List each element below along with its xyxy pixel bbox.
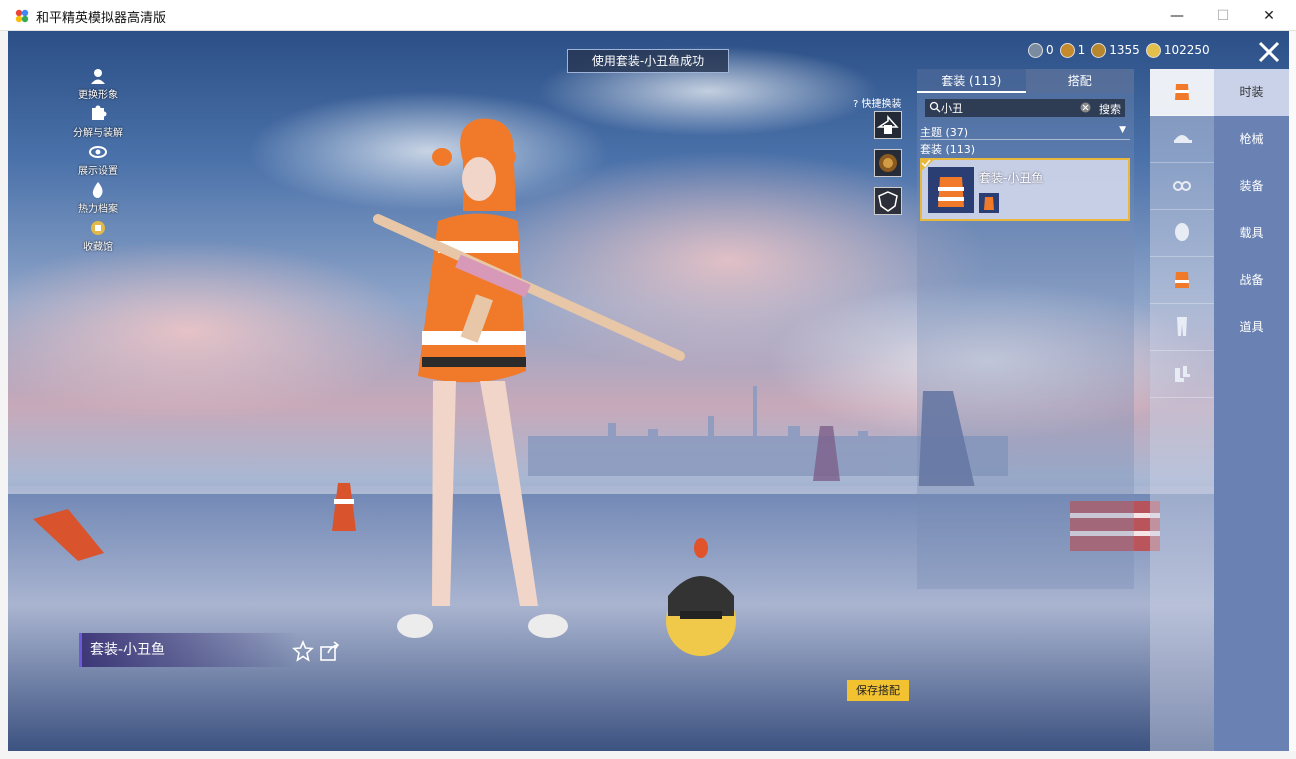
category-outfit[interactable] [1150,69,1214,116]
quick-change-label[interactable]: ? 快捷换装 [853,95,902,110]
category-top[interactable] [1150,257,1214,304]
outfit-name-label: 套装-小丑鱼 [79,633,299,667]
check-icon [920,158,936,172]
menu-display-settings[interactable]: 展示设置 [68,143,128,181]
tab-match[interactable]: 搭配 [1025,69,1134,93]
outfit-thumbnail [928,167,974,213]
currency-item: 1 [1059,42,1086,58]
maximize-button[interactable]: ☐ [1200,0,1246,31]
selected-outfit-card[interactable]: 套装-小丑鱼 [920,158,1130,221]
person-icon [91,69,105,84]
menu-label: 收藏馆 [83,242,113,253]
theme-label: 主题 (37) [920,126,969,139]
gold-coin-icon [1145,42,1161,58]
currency-bar: 0 1 1355 102250 [1028,40,1210,60]
category-pants[interactable] [1150,304,1214,351]
left-menu: 更换形象 分解与装解 展示设置 热力档案 收藏馆 [68,67,128,257]
currency-value: 1 [1077,43,1086,57]
outfit-mini-icon [979,193,999,213]
quick-slot-3[interactable] [874,187,902,215]
cap-icon [1174,135,1192,143]
menu-decompose[interactable]: 分解与装解 [68,105,128,143]
share-icon[interactable] [319,640,341,662]
pants-icon [1177,317,1187,336]
badge-icon [1059,42,1075,58]
currency-item: 102250 [1145,42,1210,58]
theme-dropdown[interactable]: 主题 (37) ▼ [920,124,1130,140]
currency-value: 0 [1046,43,1054,57]
window-title: 和平精英模拟器高清版 [36,11,167,26]
emblem-icon [879,154,897,172]
eye-icon [89,146,107,158]
tab-suits[interactable]: 套装 (113) [917,69,1026,93]
cabinet-icon [91,221,105,235]
outfit-card-name: 套装-小丑鱼 [979,171,1044,185]
bp-coin-icon [1091,42,1107,58]
search-button[interactable]: 搜索 [1099,101,1121,117]
shoes-icon [1175,366,1190,382]
menu-label: 热力档案 [78,204,118,215]
close-window-button[interactable]: ✕ [1246,0,1292,31]
menu-label: 更换形象 [78,90,118,101]
menu-collection[interactable]: 收藏馆 [68,219,128,257]
category-face[interactable] [1150,210,1214,257]
outfit-icon [1175,84,1189,100]
favorite-star-icon[interactable] [292,640,314,662]
tab-items[interactable]: 道具 [1214,304,1289,351]
quick-slot-1[interactable] [874,111,902,139]
outfit-panel: 套装 (113) 搭配 搜索 主题 (37) ▼ 套装 (113) 套装-小丑鱼 [917,69,1134,589]
search-input[interactable] [941,99,1081,117]
category-cap[interactable] [1150,116,1214,163]
host-bottom-strip [0,751,1296,759]
search-box: 搜索 [925,99,1125,117]
flame-icon [92,182,103,198]
category-column [1150,69,1214,751]
help-icon: ? [853,99,859,110]
currency-item: 0 [1028,42,1054,58]
puzzle-icon [92,105,107,120]
category-shoes[interactable] [1150,351,1214,398]
title-bar: 和平精英模拟器高清版 — ☐ ✕ [0,0,1296,31]
shield-icon [878,191,898,212]
host-right-strip [1289,31,1296,751]
tab-combat-gear[interactable]: 战备 [1214,257,1289,304]
top-icon [1175,272,1189,288]
panel-tabs: 套装 (113) 搭配 [917,69,1134,93]
category-goggles[interactable] [1150,163,1214,210]
currency-value: 102250 [1163,43,1210,57]
coin-icon [1028,42,1043,58]
dropdown-arrow-icon: ▼ [1119,125,1126,135]
goggles-icon [1173,181,1191,191]
face-icon [1175,223,1189,241]
tab-vehicles[interactable]: 载具 [1214,210,1289,257]
quick-slot-2[interactable] [874,149,902,177]
menu-label: 展示设置 [78,166,118,177]
save-outfit-button[interactable]: 保存搭配 [847,680,909,701]
menu-heat-archive[interactable]: 热力档案 [68,181,128,219]
clear-icon[interactable] [1080,102,1091,113]
app-logo-icon [15,9,29,23]
close-icon[interactable] [1256,39,1282,65]
menu-change-appearance[interactable]: 更换形象 [68,67,128,105]
hanger-icon [876,115,899,134]
game-viewport: 使用套装-小丑鱼成功 0 1 1355 102250 更换形象 分解与装解 展示… [8,31,1289,751]
emulator-window: 和平精英模拟器高清版 — ☐ ✕ 使用套装-小丑鱼成功 0 1 1355 102… [0,0,1296,759]
menu-label: 分解与装解 [73,128,123,139]
host-sidebar-strip [0,31,8,751]
main-tabs: 时装 枪械 装备 载具 战备 道具 [1214,69,1289,751]
suit-count-label: 套装 (113) [920,143,976,156]
tab-equipment[interactable]: 装备 [1214,163,1289,210]
toast-message: 使用套装-小丑鱼成功 [567,49,729,73]
currency-value: 1355 [1109,43,1140,57]
minimize-button[interactable]: — [1154,0,1200,31]
quick-change-text: 快捷换装 [861,99,902,110]
tab-firearms[interactable]: 枪械 [1214,116,1289,163]
search-icon [929,101,941,113]
tab-fashion[interactable]: 时装 [1214,69,1289,116]
currency-item: 1355 [1091,42,1140,58]
